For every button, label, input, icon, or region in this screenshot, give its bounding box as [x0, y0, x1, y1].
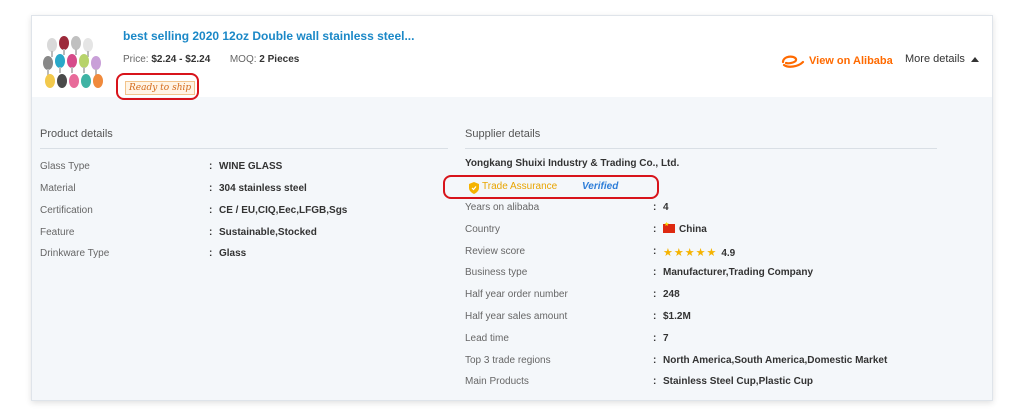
separator: : — [653, 311, 657, 322]
product-detail-value: WINE GLASS — [219, 161, 283, 172]
more-details-label: More details — [905, 53, 965, 65]
ready-to-ship-badge: Ready to ship — [125, 81, 196, 95]
product-details-title: Product details — [40, 128, 113, 140]
caret-up-icon — [970, 57, 979, 62]
separator: : — [209, 205, 213, 216]
supplier-detail-label: Half year sales amount — [465, 311, 568, 322]
price-value: $2.24 - $2.24 — [151, 54, 211, 65]
supplier-detail-row: Half year order number:248 — [465, 289, 945, 303]
price-line: Price: $2.24 - $2.24 MOQ: 2 Pieces — [123, 54, 299, 65]
star-rating-icon: ★★★★★ — [663, 247, 718, 259]
supplier-details-divider — [465, 148, 937, 149]
separator: : — [209, 183, 213, 194]
separator: : — [653, 376, 657, 387]
product-detail-row: Feature: Sustainable,Stocked — [40, 227, 440, 241]
shield-icon — [469, 182, 479, 194]
product-detail-label: Certification — [40, 205, 93, 216]
supplier-detail-label: Years on alibaba — [465, 202, 540, 213]
product-title-link[interactable]: best selling 2020 12oz Double wall stain… — [123, 29, 414, 43]
supplier-detail-row: Years on alibaba:4 — [465, 202, 945, 216]
supplier-detail-row: Country: China — [465, 221, 945, 238]
alibaba-logo-icon — [781, 55, 805, 68]
supplier-detail-label: Top 3 trade regions — [465, 355, 551, 366]
supplier-detail-label: Business type — [465, 267, 528, 278]
separator: : — [653, 289, 657, 300]
supplier-detail-value: North America,South America,Domestic Mar… — [663, 355, 887, 366]
supplier-detail-value: Manufacturer,Trading Company — [663, 267, 813, 278]
supplier-detail-value: 248 — [663, 289, 680, 300]
supplier-detail-row: Top 3 trade regions: North America,South … — [465, 355, 945, 369]
supplier-detail-value: China — [663, 221, 707, 235]
supplier-detail-row: Half year sales amount: $1.2M — [465, 311, 945, 325]
product-detail-label: Glass Type — [40, 161, 90, 172]
separator: : — [653, 224, 657, 235]
supplier-details-title: Supplier details — [465, 128, 541, 140]
supplier-detail-value-text: North America,South America,Domestic Mar… — [663, 355, 888, 366]
separator: : — [209, 227, 213, 238]
supplier-detail-value: 4 — [663, 202, 669, 213]
supplier-detail-value-text: Stainless Steel Cup,Plastic Cup — [663, 376, 814, 387]
supplier-detail-value-text: 7 — [663, 333, 669, 344]
view-on-alibaba-label: View on Alibaba — [809, 55, 893, 67]
china-flag-icon — [663, 221, 675, 233]
trade-assurance-highlight: Trade Assurance Verified — [443, 175, 659, 199]
product-detail-row: Drinkware Type: Glass — [40, 248, 440, 262]
supplier-detail-label: Country — [465, 224, 501, 235]
separator: : — [653, 333, 657, 344]
separator: : — [653, 202, 657, 213]
separator: : — [653, 246, 657, 257]
moq-value: 2 Pieces — [259, 54, 300, 65]
supplier-company-name: Yongkang Shuixi Industry & Trading Co., … — [465, 158, 680, 169]
product-details-divider — [40, 148, 448, 149]
moq-label: MOQ: — [229, 54, 257, 65]
supplier-detail-value: Stainless Steel Cup,Plastic Cup — [663, 376, 813, 387]
supplier-detail-row: Business type: Manufacturer,Trading Compa… — [465, 267, 945, 281]
trade-assurance-label: Trade Assurance — [482, 181, 558, 192]
supplier-detail-value-text: 4.9 — [721, 248, 736, 259]
supplier-detail-label: Half year order number — [465, 289, 568, 300]
price-label: Price: — [123, 54, 149, 65]
supplier-detail-label: Review score — [465, 246, 526, 257]
separator: : — [209, 248, 213, 259]
product-detail-label: Drinkware Type — [40, 248, 110, 259]
product-detail-row: Glass Type: WINE GLASS — [40, 161, 440, 175]
supplier-detail-value: 7 — [663, 333, 669, 344]
supplier-detail-value: ★★★★★ 4.9 — [663, 246, 735, 259]
separator: : — [653, 267, 657, 278]
supplier-detail-value-text: 248 — [663, 289, 680, 300]
product-detail-row: Certification: CE / EU,CIQ,Eec,LFGB,Sgs — [40, 205, 440, 219]
cups-thumbnail-icon[interactable] — [40, 25, 104, 93]
supplier-detail-value-text: Manufacturer,Trading Company — [663, 267, 814, 278]
product-card: best selling 2020 12oz Double wall stain… — [31, 15, 993, 401]
product-detail-label: Material — [40, 183, 76, 194]
supplier-detail-value-text: China — [679, 224, 707, 235]
product-header: best selling 2020 12oz Double wall stain… — [32, 16, 992, 100]
supplier-detail-row: Review score: ★★★★★ 4.9 — [465, 246, 945, 260]
supplier-detail-value-text: $1.2M — [663, 311, 691, 322]
product-detail-row: Material:304 stainless steel — [40, 183, 440, 197]
more-details-toggle[interactable]: More details — [905, 53, 979, 65]
separator: : — [209, 161, 213, 172]
supplier-detail-label: Main Products — [465, 376, 529, 387]
supplier-detail-value: $1.2M — [663, 311, 691, 322]
product-detail-value: Glass — [219, 248, 247, 259]
supplier-detail-row: Main Products: Stainless Steel Cup,Plasti… — [465, 376, 945, 390]
verified-badge: Verified — [582, 181, 619, 192]
view-on-alibaba-link[interactable]: View on Alibaba — [780, 53, 893, 69]
supplier-detail-value-text: 4 — [663, 202, 669, 213]
ready-to-ship-highlight: Ready to ship — [116, 73, 199, 100]
product-detail-value: CE / EU,CIQ,Eec,LFGB,Sgs — [219, 205, 348, 216]
supplier-detail-label: Lead time — [465, 333, 509, 344]
product-detail-label: Feature — [40, 227, 75, 238]
supplier-detail-row: Lead time:7 — [465, 333, 945, 347]
product-detail-value: 304 stainless steel — [219, 183, 307, 194]
separator: : — [653, 355, 657, 366]
product-detail-value: Sustainable,Stocked — [219, 227, 317, 238]
